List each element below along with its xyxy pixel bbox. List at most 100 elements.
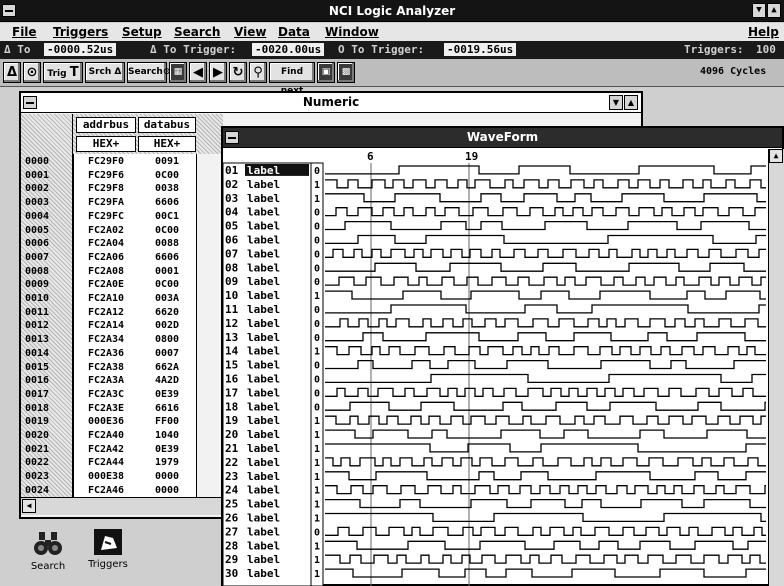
channel-label[interactable]: label [247, 525, 280, 538]
row-number[interactable]: 0001 [25, 169, 67, 182]
channel-trace[interactable] [325, 179, 766, 189]
databus-cell[interactable]: 0E39 [141, 443, 193, 456]
databus-cell[interactable]: 6606 [141, 251, 193, 264]
databus-cell[interactable]: 002D [141, 319, 193, 332]
right-arrow-icon[interactable]: ▶ [209, 62, 227, 83]
channel-label[interactable]: label [247, 178, 280, 191]
addrbus-cell[interactable]: FC2A34 [76, 333, 136, 346]
databus-cell[interactable]: 6616 [141, 402, 193, 415]
addrbus-cell[interactable]: FC2A40 [76, 429, 136, 442]
channel-label[interactable]: label [247, 317, 280, 330]
channel-trace[interactable] [325, 318, 766, 328]
row-number[interactable]: 0011 [25, 306, 67, 319]
menu-search[interactable]: Search [174, 25, 220, 39]
channel-trace[interactable] [325, 262, 766, 272]
databus-cell[interactable]: 003A [141, 292, 193, 305]
addrbus-cell[interactable]: 000E36 [76, 415, 136, 428]
addrbus-cell[interactable]: FC2A3C [76, 388, 136, 401]
channel-trace[interactable] [325, 304, 766, 314]
addrbus-cell[interactable]: FC29FC [76, 210, 136, 223]
menu-view[interactable]: View [234, 25, 266, 39]
find-icon[interactable]: ⚲ [249, 62, 267, 83]
databus-cell[interactable]: 0C00 [141, 278, 193, 291]
numeric-system-icon[interactable] [23, 96, 37, 109]
channel-trace[interactable] [325, 276, 766, 286]
scroll-left-icon[interactable]: ◀ [22, 499, 36, 513]
channel-trace[interactable] [325, 568, 766, 578]
databus-cell[interactable]: 00C1 [141, 210, 193, 223]
addrbus-cell[interactable]: FC2A44 [76, 456, 136, 469]
waveform-vertical-scrollbar[interactable]: ▲ [768, 149, 784, 586]
row-number[interactable]: 0002 [25, 182, 67, 195]
numeric-maximize-icon[interactable]: ▲ [624, 95, 638, 110]
addrbus-cell[interactable]: FC2A3A [76, 374, 136, 387]
channel-trace[interactable] [325, 346, 766, 356]
row-number[interactable]: 0016 [25, 374, 67, 387]
databus-column-header[interactable]: databus [138, 117, 196, 133]
databus-cell[interactable]: 0000 [141, 470, 193, 483]
row-number[interactable]: 0018 [25, 402, 67, 415]
databus-cell[interactable]: 6620 [141, 306, 193, 319]
databus-cell[interactable]: 0000 [141, 484, 193, 497]
channel-label[interactable]: label [247, 512, 280, 525]
databus-cell[interactable]: 0007 [141, 347, 193, 360]
o-cursor-icon[interactable]: ⊙ [23, 62, 41, 83]
channel-label[interactable]: label [247, 456, 280, 469]
addrbus-cell[interactable]: 000E38 [76, 470, 136, 483]
search-o-button[interactable]: Search⊙ [127, 62, 170, 83]
channel-label[interactable]: label [247, 359, 280, 372]
channel-label[interactable]: label [247, 303, 280, 316]
channel-label[interactable]: label [247, 442, 280, 455]
channel-label[interactable]: label [247, 275, 280, 288]
databus-cell[interactable]: 0C00 [141, 224, 193, 237]
row-number[interactable]: 0022 [25, 456, 67, 469]
addrbus-cell[interactable]: FC2A3E [76, 402, 136, 415]
row-number[interactable]: 0017 [25, 388, 67, 401]
channel-label[interactable]: label [247, 345, 280, 358]
row-number[interactable]: 0003 [25, 196, 67, 209]
databus-cell[interactable]: 4A2D [141, 374, 193, 387]
channel-trace[interactable] [325, 457, 766, 467]
row-number[interactable]: 0006 [25, 237, 67, 250]
channel-label[interactable]: label [247, 498, 280, 511]
addrbus-cell[interactable]: FC2A14 [76, 319, 136, 332]
databus-cell[interactable]: 0800 [141, 333, 193, 346]
channel-label[interactable]: label [247, 428, 280, 441]
databus-cell[interactable]: 0091 [141, 155, 193, 168]
row-number[interactable]: 0009 [25, 278, 67, 291]
channel-label[interactable]: label [247, 220, 280, 233]
channel-trace[interactable] [325, 193, 766, 203]
grid-icon[interactable]: ▣ [317, 62, 335, 83]
maximize-icon[interactable]: ▲ [767, 3, 781, 18]
addrbus-cell[interactable]: FC2A08 [76, 265, 136, 278]
trigger-button[interactable]: Trig T [43, 62, 83, 83]
databus-cell[interactable]: 6606 [141, 196, 193, 209]
addrbus-cell[interactable]: FC2A06 [76, 251, 136, 264]
channel-label[interactable]: label [247, 400, 280, 413]
channel-trace[interactable] [325, 234, 766, 245]
menu-window[interactable]: Window [325, 25, 379, 39]
channel-trace[interactable] [325, 332, 766, 342]
row-number[interactable]: 0024 [25, 484, 67, 497]
channel-label[interactable]: label [247, 373, 280, 386]
addrbus-cell[interactable]: FC2A0E [76, 278, 136, 291]
channel-trace[interactable] [325, 290, 766, 300]
delta-cursor-icon[interactable]: Δ [3, 62, 21, 83]
channel-trace[interactable] [325, 248, 766, 258]
row-number[interactable]: 0013 [25, 333, 67, 346]
channel-label[interactable]: label [247, 164, 280, 177]
filmstrip-icon[interactable]: ▦ [169, 62, 187, 83]
row-number[interactable]: 0020 [25, 429, 67, 442]
row-number[interactable]: 0015 [25, 361, 67, 374]
channel-label[interactable]: label [247, 234, 280, 247]
channel-trace[interactable] [325, 429, 766, 439]
channel-label[interactable]: label [247, 539, 280, 552]
search-desktop-icon[interactable]: Search [30, 530, 66, 572]
row-number[interactable]: 0021 [25, 443, 67, 456]
addrbus-cell[interactable]: FC2A38 [76, 361, 136, 374]
databus-format[interactable]: HEX+ [138, 136, 196, 152]
channel-label[interactable]: label [247, 331, 280, 344]
waveform-canvas[interactable]: 6 1901 label 002 label 103 label 104 label 005 lab… [223, 149, 766, 586]
addrbus-cell[interactable]: FC29FA [76, 196, 136, 209]
databus-cell[interactable]: 0001 [141, 265, 193, 278]
